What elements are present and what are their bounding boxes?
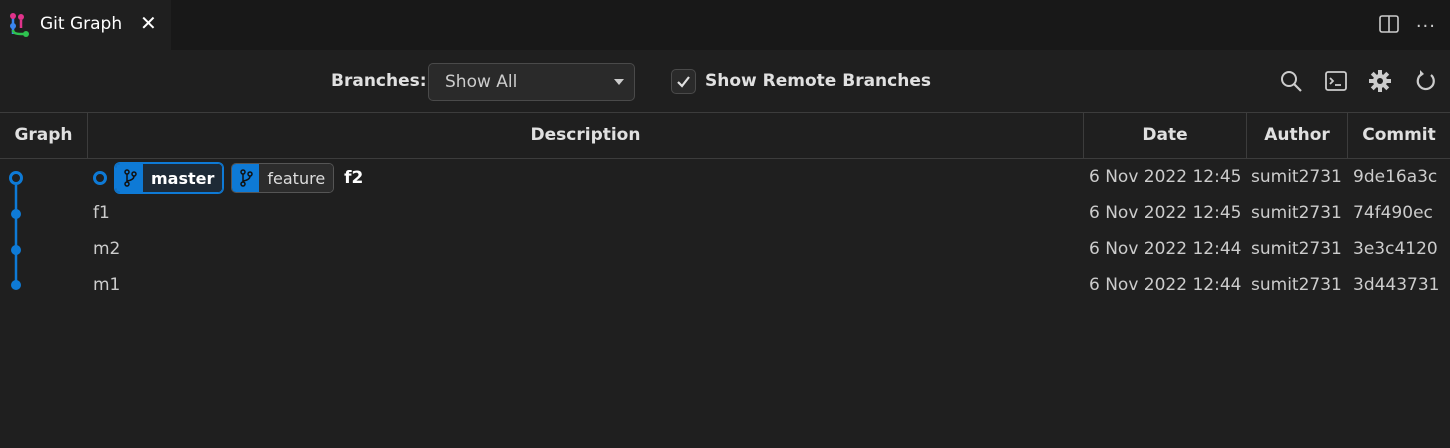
tab-bar: Git Graph ✕ ··· xyxy=(0,0,1450,50)
refresh-icon[interactable] xyxy=(1414,69,1438,93)
column-header-description[interactable]: Description xyxy=(88,113,1084,158)
table-row[interactable]: f1 6 Nov 2022 12:45 sumit2731 74f490ec xyxy=(0,196,1450,232)
branches-dropdown-value: Show All xyxy=(445,72,518,92)
branch-name: master xyxy=(143,164,223,192)
commit-author: sumit2731 xyxy=(1251,275,1342,295)
show-remote-checkbox[interactable] xyxy=(671,69,696,94)
commit-date: 6 Nov 2022 12:44 xyxy=(1089,239,1242,259)
branch-badge-feature[interactable]: feature xyxy=(231,163,335,193)
branch-icon xyxy=(232,164,260,192)
commit-author: sumit2731 xyxy=(1251,203,1342,223)
close-icon[interactable]: ✕ xyxy=(140,11,157,35)
tab-title: Git Graph xyxy=(40,14,123,34)
head-indicator xyxy=(93,171,107,185)
table-row[interactable]: master feature f2 6 Nov 2022 12:45 sumit… xyxy=(0,160,1450,196)
table-row[interactable]: m2 6 Nov 2022 12:44 sumit2731 3e3c4120 xyxy=(0,232,1450,268)
show-remote-label[interactable]: Show Remote Branches xyxy=(705,71,931,91)
branch-badge-master[interactable]: master xyxy=(115,163,224,193)
commit-author: sumit2731 xyxy=(1251,239,1342,259)
git-graph-icon xyxy=(10,13,29,37)
column-header-date[interactable]: Date xyxy=(1084,113,1247,158)
commit-hash: 74f490ec xyxy=(1353,203,1433,223)
terminal-icon[interactable] xyxy=(1324,69,1348,93)
commit-message: m2 xyxy=(93,239,121,259)
commit-date: 6 Nov 2022 12:44 xyxy=(1089,275,1242,295)
more-actions-icon[interactable]: ··· xyxy=(1416,16,1436,37)
controls-bar: Branches: Show All Show Remote Branches xyxy=(0,50,1450,112)
branches-label: Branches: xyxy=(331,71,427,91)
tab-git-graph[interactable]: Git Graph ✕ xyxy=(0,0,171,50)
table-row[interactable]: m1 6 Nov 2022 12:44 sumit2731 3d443731 xyxy=(0,268,1450,304)
search-icon[interactable] xyxy=(1279,69,1303,93)
commit-hash: 3e3c4120 xyxy=(1353,239,1438,259)
chevron-down-icon xyxy=(614,79,624,85)
commit-message: m1 xyxy=(93,275,121,295)
branch-icon xyxy=(116,164,143,192)
column-header-commit[interactable]: Commit xyxy=(1348,113,1450,158)
branches-dropdown[interactable]: Show All xyxy=(428,63,635,101)
commit-refs: master feature f2 xyxy=(93,163,363,193)
commit-hash: 3d443731 xyxy=(1353,275,1440,295)
checkmark-icon xyxy=(677,76,690,88)
commit-date: 6 Nov 2022 12:45 xyxy=(1089,167,1242,187)
split-editor-icon[interactable] xyxy=(1378,13,1400,40)
commit-hash: 9de16a3c xyxy=(1353,167,1438,187)
column-header-author[interactable]: Author xyxy=(1247,113,1348,158)
commit-author: sumit2731 xyxy=(1251,167,1342,187)
gear-icon[interactable] xyxy=(1368,69,1392,93)
editor-actions: ··· xyxy=(1378,13,1436,40)
table-header: Graph Description Date Author Commit xyxy=(0,112,1450,159)
commit-message: f1 xyxy=(93,203,110,223)
commit-message: f2 xyxy=(344,168,364,188)
commit-date: 6 Nov 2022 12:45 xyxy=(1089,203,1242,223)
column-header-graph[interactable]: Graph xyxy=(0,113,88,158)
branch-name: feature xyxy=(259,164,334,192)
